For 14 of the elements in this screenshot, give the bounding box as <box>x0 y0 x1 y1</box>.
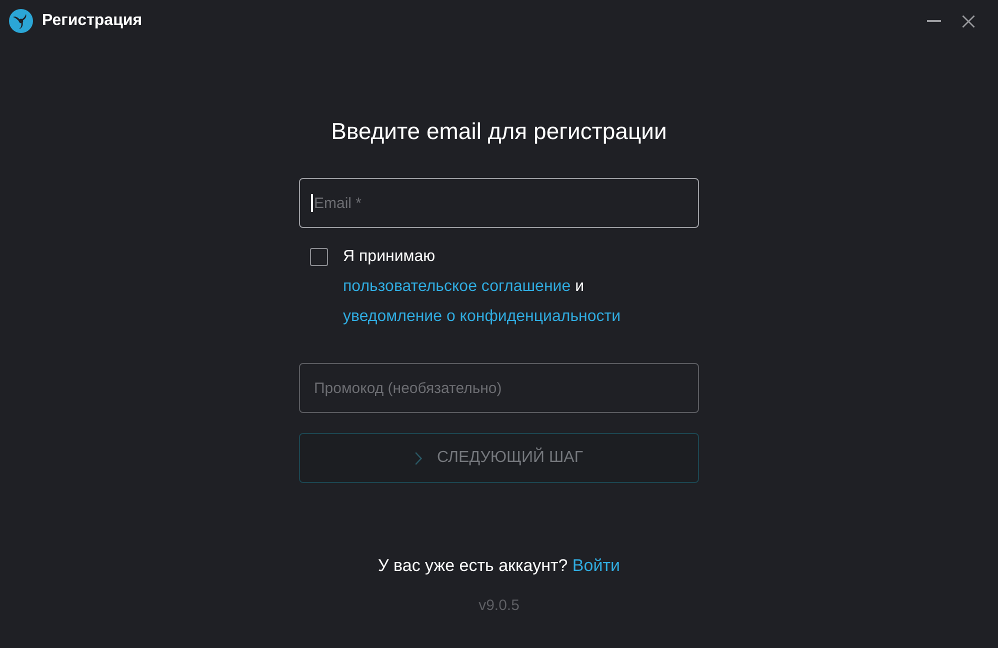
login-prompt: У вас уже есть аккаунт? Войти <box>378 555 620 577</box>
chevron-right-icon <box>415 452 422 464</box>
version-label: v9.0.5 <box>478 596 520 616</box>
login-link[interactable]: Войти <box>572 556 620 575</box>
promo-code-field[interactable]: Промокод (необязательно) <box>299 363 699 413</box>
email-field[interactable]: Email * <box>299 178 699 228</box>
close-icon[interactable] <box>962 14 975 28</box>
agreement-text: Я принимаю пользовательское соглашение и уведомление о конфиденциальности <box>343 247 621 327</box>
checkbox[interactable] <box>310 248 328 266</box>
terms-link[interactable]: пользовательское соглашение <box>343 278 571 295</box>
logo-icon <box>9 9 33 33</box>
form-heading: Введите email для регистрации <box>331 117 667 146</box>
privacy-link[interactable]: уведомление о конфиденциальности <box>343 308 621 325</box>
window-title: Регистрация <box>42 11 142 31</box>
